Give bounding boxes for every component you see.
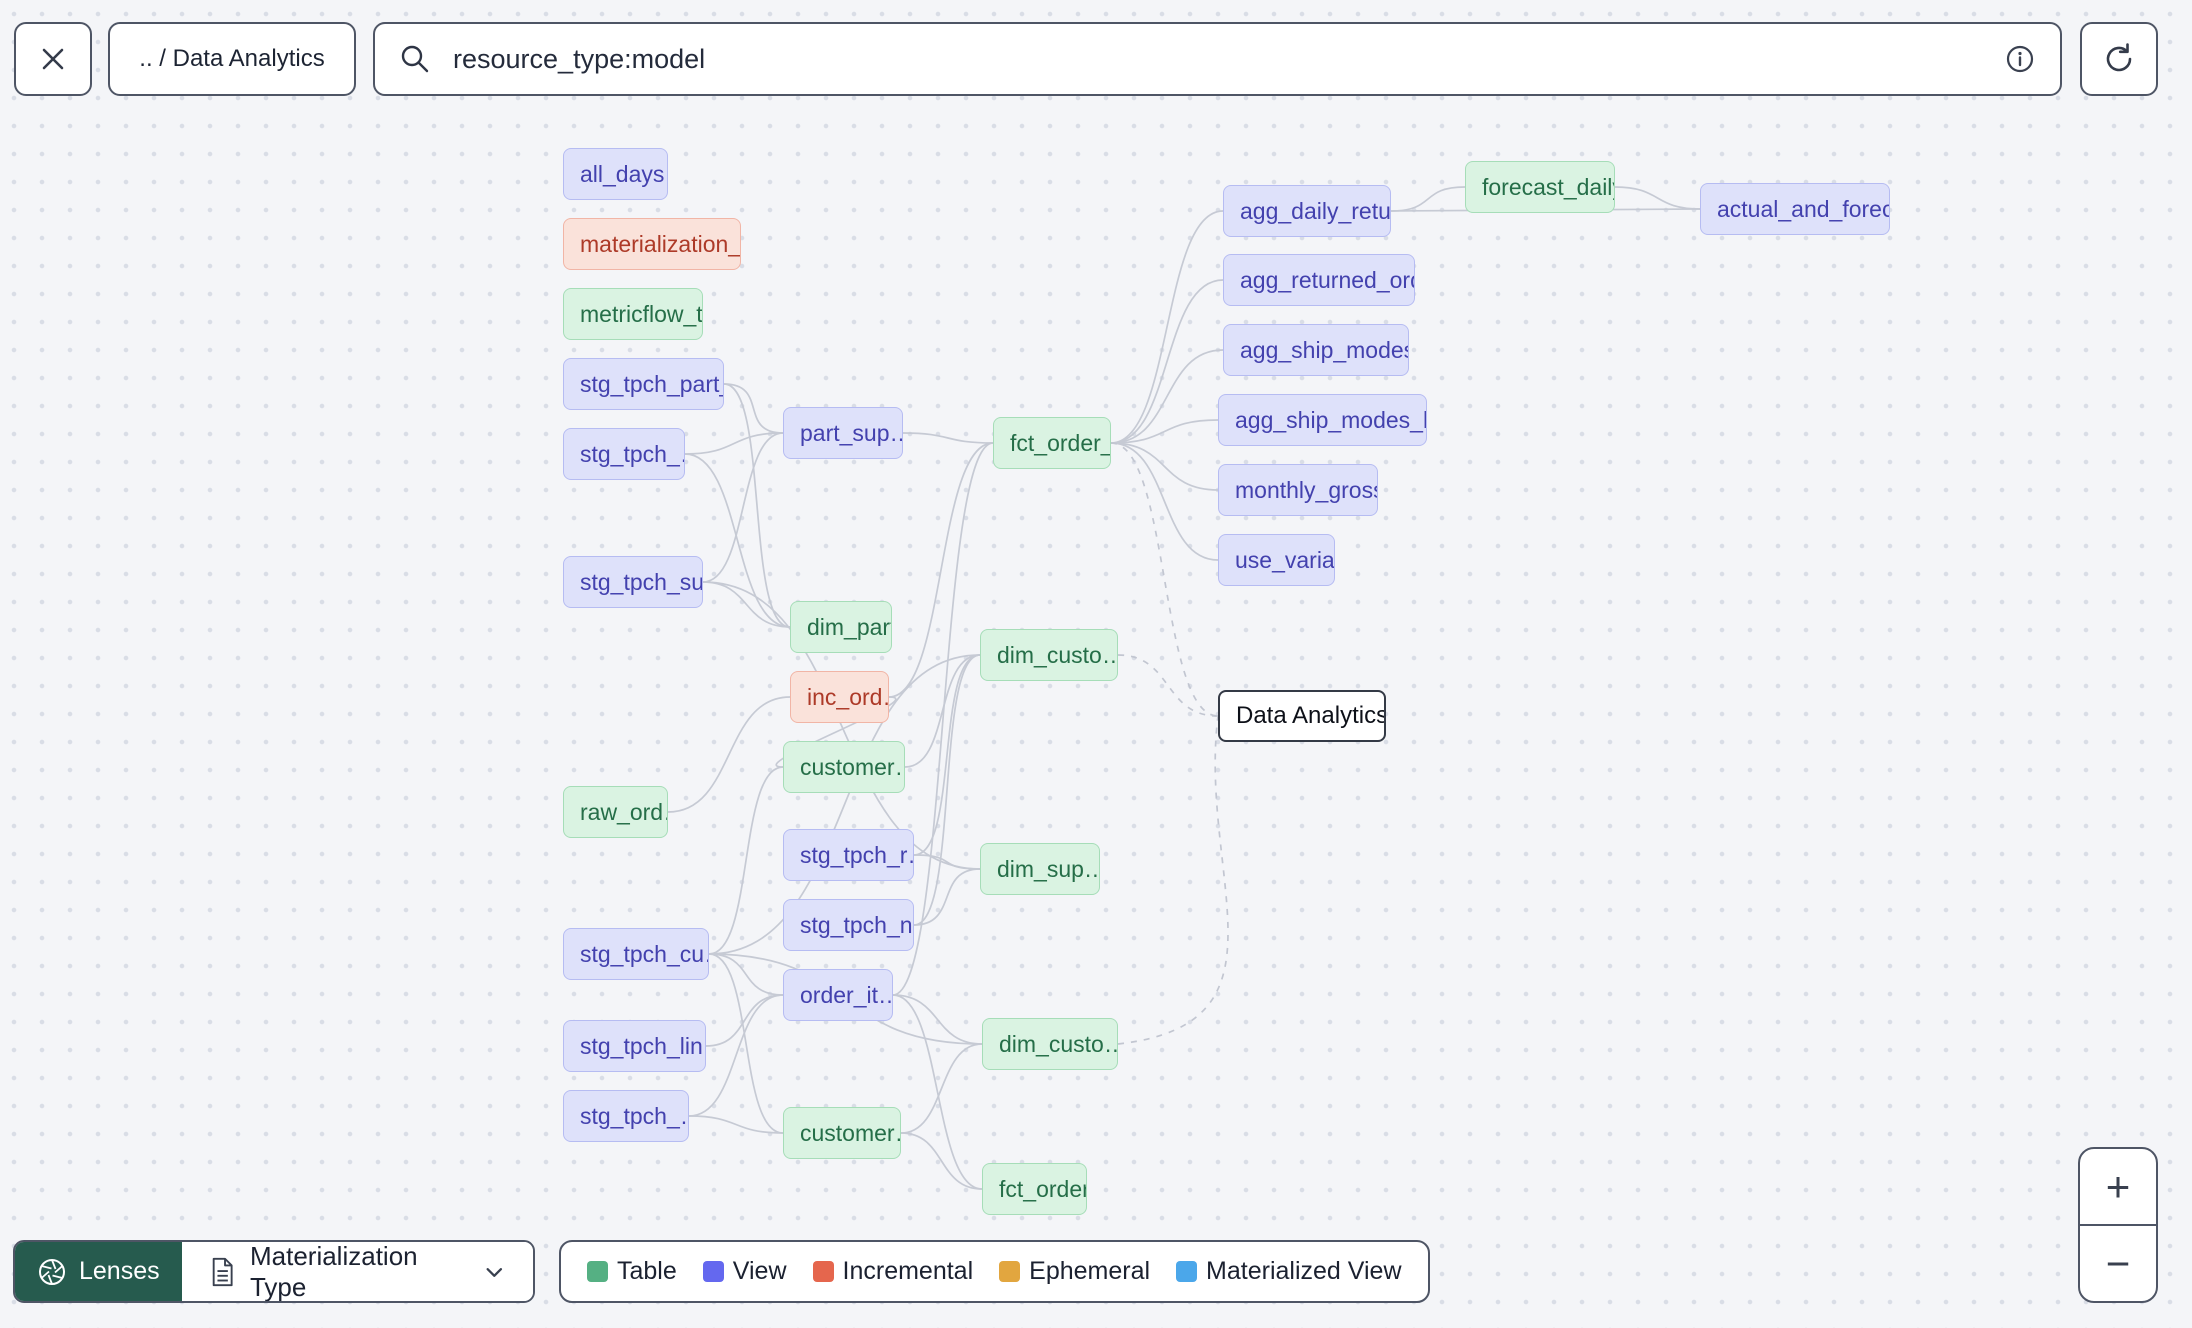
legend-label: View bbox=[732, 1257, 787, 1285]
lens-selector[interactable]: Materialization Type bbox=[181, 1240, 533, 1302]
lens-group: Lenses Materialization Type bbox=[13, 1240, 535, 1303]
graph-node-n06-part_sup_[interactable]: part_sup… bbox=[783, 407, 903, 459]
graph-node-n14-forecast_daily_[interactable]: forecast_daily… bbox=[1465, 161, 1615, 213]
lineage-canvas[interactable]: all_days materialization_i… metricflow_ti…… bbox=[0, 0, 2192, 1328]
zoom-out-button[interactable]: − bbox=[2080, 1226, 2156, 1301]
zoom-control: + − bbox=[2078, 1147, 2158, 1303]
graph-node-n19-monthly_gross_[interactable]: monthly_gross… bbox=[1218, 464, 1378, 516]
legend-item-ephemeral: Ephemeral bbox=[999, 1257, 1150, 1286]
graph-node-n10-customer_[interactable]: customer… bbox=[783, 741, 905, 793]
legend: Table View Incremental Ephemeral Materialize… bbox=[559, 1240, 1430, 1303]
graph-node-n03-metricflow_ti_[interactable]: metricflow_ti… bbox=[563, 288, 703, 340]
graph-node-n30-dim_custo_[interactable]: dim_custo… bbox=[982, 1018, 1118, 1070]
graph-node-n22-Data_Analytics_[interactable]: Data Analytics | … bbox=[1218, 690, 1386, 742]
graph-node-n16-agg_returned_orde_[interactable]: agg_returned_orde… bbox=[1223, 254, 1415, 306]
legend-item-incremental: Incremental bbox=[812, 1257, 974, 1286]
graph-node-n07-stg_tpch_su_[interactable]: stg_tpch_su… bbox=[563, 556, 703, 608]
refresh-icon bbox=[2106, 43, 2132, 72]
document-icon bbox=[212, 1257, 233, 1286]
graph-node-n05-stg_tpch_[interactable]: stg_tpch_… bbox=[563, 428, 685, 480]
graph-node-n24-dim_sup_[interactable]: dim_sup… bbox=[980, 843, 1100, 895]
close-button[interactable] bbox=[14, 22, 92, 96]
info-icon[interactable] bbox=[2004, 43, 2036, 75]
legend-swatch bbox=[1176, 1261, 1198, 1282]
search-bar[interactable] bbox=[373, 22, 2062, 96]
graph-node-n08-dim_parts[interactable]: dim_parts bbox=[790, 601, 892, 653]
graph-node-n28-stg_tpch_lin_[interactable]: stg_tpch_lin… bbox=[563, 1020, 706, 1072]
graph-node-n15-actual_and_foreca_[interactable]: actual_and_foreca… bbox=[1700, 183, 1890, 235]
graph-node-n23-stg_tpch_r_[interactable]: stg_tpch_r… bbox=[783, 829, 914, 881]
lenses-label: Lenses bbox=[79, 1257, 160, 1285]
legend-item-view: View bbox=[702, 1257, 787, 1286]
search-input[interactable] bbox=[453, 43, 2004, 75]
legend-swatch bbox=[587, 1261, 608, 1282]
graph-node-n26-stg_tpch_cu_[interactable]: stg_tpch_cu… bbox=[563, 928, 709, 980]
chevron-down-icon bbox=[486, 1267, 503, 1277]
graph-node-n09-inc_ord_[interactable]: inc_ord… bbox=[790, 671, 889, 723]
graph-node-n01-all_days[interactable]: all_days bbox=[563, 148, 668, 200]
lenses-button[interactable]: Lenses bbox=[15, 1242, 182, 1301]
search-icon bbox=[401, 45, 429, 73]
lens-selector-label: Materialization Type bbox=[249, 1240, 418, 1302]
breadcrumb[interactable]: .. / Data Analytics bbox=[108, 22, 356, 96]
legend-item-materialized-view: Materialized View bbox=[1176, 1257, 1402, 1286]
lens-aperture-icon bbox=[39, 1258, 65, 1285]
graph-node-n13-agg_daily_retur_[interactable]: agg_daily_retur… bbox=[1223, 185, 1391, 237]
legend-swatch bbox=[999, 1261, 1021, 1282]
legend-label: Materialized View bbox=[1206, 1257, 1402, 1285]
graph-node-n17-agg_ship_modes_d_[interactable]: agg_ship_modes_d… bbox=[1223, 324, 1409, 376]
legend-swatch bbox=[812, 1261, 834, 1282]
refresh-button[interactable] bbox=[2080, 22, 2158, 96]
breadcrumb-label: .. / Data Analytics bbox=[139, 45, 325, 72]
graph-node-n21-dim_custo_[interactable]: dim_custo… bbox=[980, 629, 1118, 681]
graph-node-n27-order_it_[interactable]: order_it… bbox=[783, 969, 893, 1021]
legend-label: Table bbox=[617, 1257, 677, 1285]
graph-node-n25-stg_tpch_n_[interactable]: stg_tpch_n… bbox=[783, 899, 914, 951]
graph-node-n02-materialization_i_[interactable]: materialization_i… bbox=[563, 218, 741, 270]
legend-label: Ephemeral bbox=[1029, 1257, 1151, 1285]
graph-node-n12-fct_order_i_[interactable]: fct_order_i… bbox=[993, 417, 1111, 469]
graph-node-n04-stg_tpch_part_[interactable]: stg_tpch_part_… bbox=[563, 358, 724, 410]
legend-swatch bbox=[702, 1261, 724, 1282]
graph-node-n20-use_varia_[interactable]: use_varia… bbox=[1218, 534, 1335, 586]
graph-node-n18-agg_ship_modes_ha_[interactable]: agg_ship_modes_ha… bbox=[1218, 394, 1427, 446]
graph-node-n32-fct_orders[interactable]: fct_orders bbox=[982, 1163, 1087, 1215]
zoom-in-button[interactable]: + bbox=[2080, 1149, 2156, 1224]
legend-label: Incremental bbox=[842, 1257, 974, 1285]
close-icon bbox=[42, 48, 64, 70]
graph-node-n29-stg_tpch_[interactable]: stg_tpch_… bbox=[563, 1090, 689, 1142]
graph-node-n31-customer_[interactable]: customer… bbox=[783, 1107, 901, 1159]
graph-node-n11-raw_ord_[interactable]: raw_ord… bbox=[563, 786, 668, 838]
legend-item-table: Table bbox=[587, 1257, 677, 1286]
